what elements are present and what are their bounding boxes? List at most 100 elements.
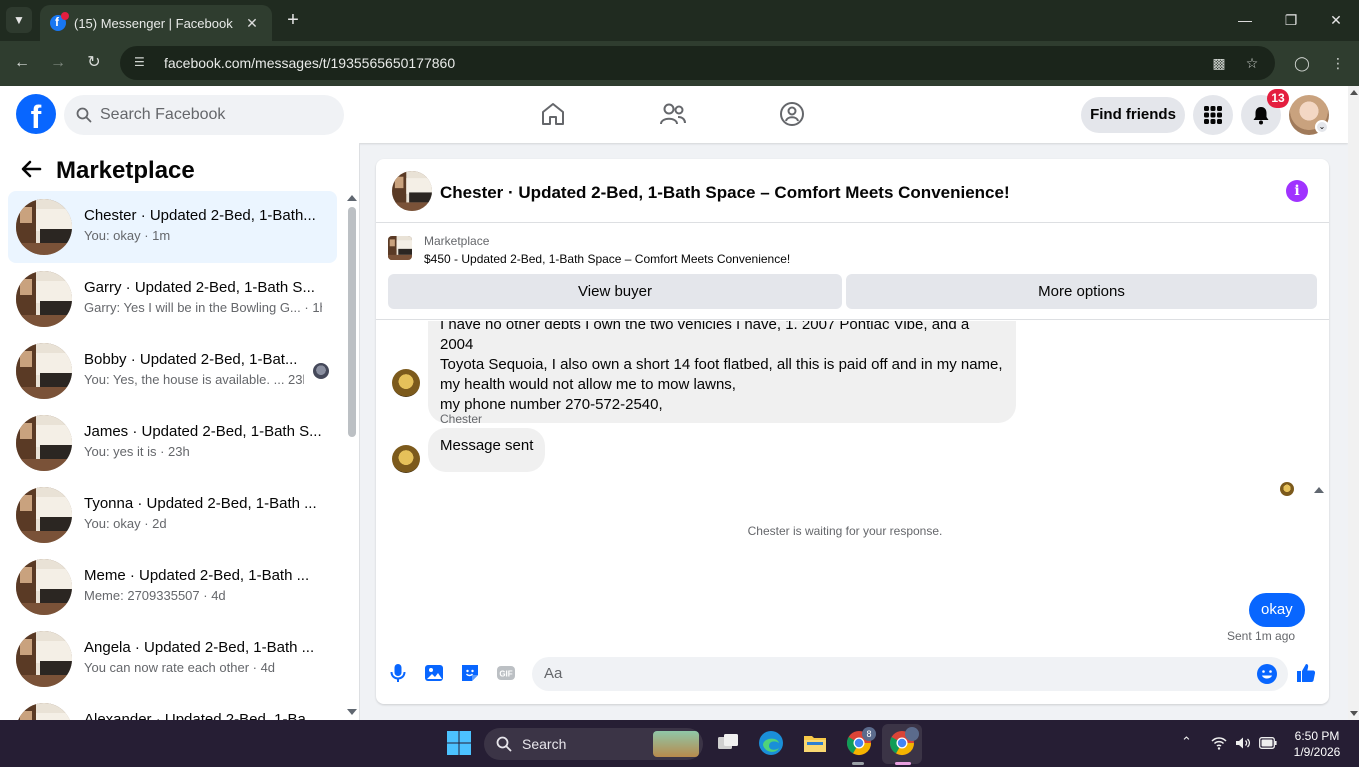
minimize-icon[interactable]: — — [1233, 8, 1257, 32]
clock-date: 1/9/2026 — [1293, 745, 1341, 759]
wifi-icon[interactable] — [1211, 736, 1227, 750]
battery-icon[interactable] — [1259, 737, 1277, 749]
listing-thumbnail — [16, 559, 72, 615]
bookmark-star-icon[interactable]: ☆ — [1240, 51, 1264, 75]
microphone-icon[interactable] — [386, 661, 410, 685]
conversation-name: Tyonna · Updated 2-Bed, 1-Bath ... — [84, 495, 317, 512]
thumbs-up-icon[interactable] — [1294, 661, 1318, 685]
bell-icon — [1253, 107, 1269, 125]
taskbar-search-label: Search — [522, 736, 567, 752]
menu-grid-button[interactable] — [1193, 95, 1233, 135]
groups-icon[interactable] — [778, 100, 806, 128]
gif-icon[interactable]: GIF — [494, 661, 518, 685]
running-indicator — [852, 762, 864, 765]
conversation-item-angela[interactable]: Angela · Updated 2-Bed, 1-Bath ... You c… — [8, 623, 337, 695]
notification-count-badge: 13 — [1267, 89, 1289, 108]
conversation-name: Bobby · Updated 2-Bed, 1-Bat... — [84, 351, 298, 368]
facebook-logo-icon[interactable]: f — [16, 94, 56, 134]
profile-icon[interactable]: ◯ — [1290, 51, 1314, 75]
file-explorer-icon[interactable] — [801, 729, 829, 757]
listing-thumbnail — [16, 415, 72, 471]
listing-source: Marketplace — [424, 234, 490, 248]
conversation-preview: Meme: 2709335507 · 4d — [84, 588, 226, 603]
volume-icon[interactable] — [1235, 736, 1251, 750]
listing-thumbnail — [16, 703, 72, 720]
message-composer: GIF Aa — [376, 649, 1329, 704]
task-view-icon[interactable] — [714, 729, 742, 757]
reload-icon[interactable]: ↻ — [82, 51, 106, 75]
search-placeholder: Search Facebook — [100, 106, 226, 123]
listing-small-thumbnail[interactable] — [388, 236, 412, 260]
sender-avatar[interactable] — [392, 369, 420, 397]
windows-start-icon[interactable] — [445, 729, 473, 757]
info-icon[interactable]: i — [1286, 180, 1308, 202]
search-highlight-image — [653, 731, 699, 757]
conversation-item-meme[interactable]: Meme · Updated 2-Bed, 1-Bath ... Meme: 2… — [8, 551, 337, 623]
chat-header: Chester · Updated 2-Bed, 1-Bath Space – … — [376, 159, 1329, 223]
listing-thumbnail — [16, 487, 72, 543]
view-buyer-button[interactable]: View buyer — [388, 274, 842, 309]
facebook-search-input[interactable]: Search Facebook — [64, 95, 344, 135]
maximize-icon[interactable]: ❐ — [1279, 8, 1303, 32]
conversation-item-james[interactable]: James · Updated 2-Bed, 1-Bath S... You: … — [8, 407, 337, 479]
sidebar-header: Marketplace — [0, 143, 359, 191]
sent-status: Sent 1m ago — [1227, 629, 1296, 643]
conversation-item-bobby[interactable]: Bobby · Updated 2-Bed, 1-Bat... You: Yes… — [8, 335, 337, 407]
message-input[interactable]: Aa — [532, 657, 1288, 691]
sender-name: Chester — [440, 412, 483, 426]
forward-icon[interactable]: → — [46, 51, 70, 75]
conversation-item-tyonna[interactable]: Tyonna · Updated 2-Bed, 1-Bath ... You: … — [8, 479, 337, 551]
address-bar[interactable]: ☰ facebook.com/messages/t/19355656501778… — [120, 46, 1275, 80]
conversation-preview: You can now rate each other · 4d — [84, 660, 276, 675]
conversation-preview: You: okay · 2d — [84, 516, 167, 531]
browser-tab[interactable]: (15) Messenger | Facebook ✕ — [40, 5, 272, 41]
conversation-name: Meme · Updated 2-Bed, 1-Bath ... — [84, 567, 310, 584]
find-friends-button[interactable]: Find friends — [1081, 97, 1185, 133]
back-icon[interactable]: ← — [10, 51, 34, 75]
more-options-button[interactable]: More options — [846, 274, 1317, 309]
conversation-preview: You: Yes, the house is available. ... 23… — [84, 372, 304, 387]
photo-icon[interactable] — [422, 661, 446, 685]
listing-thumbnail — [16, 199, 72, 255]
chat-title[interactable]: Chester · Updated 2-Bed, 1-Bath Space – … — [440, 183, 1010, 203]
system-clock[interactable]: 6:50 PM 1/9/2026 — [1284, 728, 1350, 760]
svg-text:GIF: GIF — [499, 670, 512, 679]
chrome-profile-badge: 8 — [862, 727, 876, 741]
edge-browser-icon[interactable] — [757, 729, 785, 757]
sender-avatar[interactable] — [392, 445, 420, 473]
clock-time: 6:50 PM — [1294, 729, 1340, 743]
conversation-item-garry[interactable]: Garry · Updated 2-Bed, 1-Bath S... Garry… — [8, 263, 337, 335]
conversation-item-chester[interactable]: Chester · Updated 2-Bed, 1-Bath... You: … — [8, 191, 337, 263]
account-chevron-down-icon[interactable]: ⌄ — [1315, 120, 1329, 134]
site-info-icon[interactable]: ☰ — [134, 55, 150, 71]
close-tab-icon[interactable]: ✕ — [242, 15, 262, 32]
chat-listing-thumbnail[interactable] — [392, 171, 432, 211]
listing-price-title[interactable]: $450 - Updated 2-Bed, 1-Bath Space – Com… — [424, 252, 790, 266]
new-tab-icon[interactable]: + — [282, 8, 304, 32]
conversation-name: Angela · Updated 2-Bed, 1-Bath ... — [84, 639, 315, 656]
chat-panel: Chester · Updated 2-Bed, 1-Bath Space – … — [376, 159, 1329, 704]
sidebar-title: Marketplace — [56, 157, 195, 184]
friends-icon[interactable] — [659, 100, 687, 128]
facebook-favicon-icon — [50, 12, 69, 31]
emoji-icon[interactable] — [1256, 663, 1278, 685]
browser-menu-icon[interactable]: ⋮ — [1326, 51, 1350, 75]
tab-search-menu-icon[interactable]: ▼ — [6, 7, 32, 33]
message-line: my phone number 270-572-2540, — [440, 396, 663, 413]
grid-icon — [1204, 106, 1222, 124]
sidebar-scrollbar[interactable] — [347, 195, 357, 715]
tray-chevron-up-icon[interactable]: ⌃ — [1181, 734, 1192, 750]
home-icon[interactable] — [539, 100, 567, 128]
window-close-icon[interactable]: ✕ — [1324, 8, 1348, 32]
install-app-icon[interactable]: ▩ — [1207, 51, 1231, 75]
sticker-icon[interactable] — [458, 661, 482, 685]
taskbar-search[interactable]: Search — [484, 728, 703, 760]
back-arrow-icon[interactable] — [20, 159, 42, 179]
page-scrollbar[interactable] — [1348, 86, 1359, 720]
read-receipt-avatar — [313, 363, 329, 379]
conversation-name: Chester · Updated 2-Bed, 1-Bath... — [84, 207, 316, 224]
message-text: Message sent — [440, 437, 534, 454]
conversation-preview: You: okay · 1m — [84, 228, 171, 243]
conversation-item-alexander[interactable]: Alexander · Updated 2-Bed, 1-Ba... — [8, 695, 337, 720]
chat-scrollbar[interactable] — [1314, 485, 1324, 646]
